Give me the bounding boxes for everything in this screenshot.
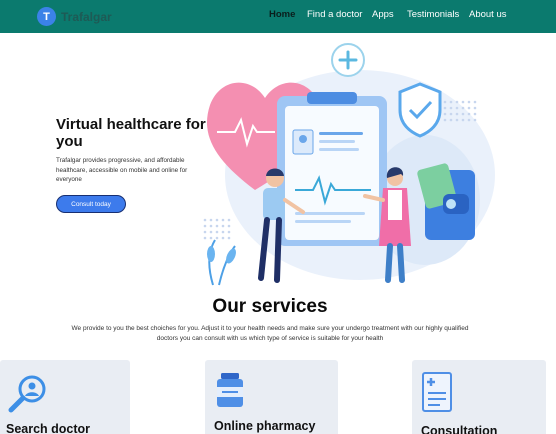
service-card-search-doctor[interactable]: Search doctor bbox=[0, 360, 130, 434]
service-card-label: Search doctor bbox=[6, 422, 91, 434]
services-title: Our services bbox=[212, 296, 328, 317]
nav-about-us[interactable]: About us bbox=[469, 9, 507, 20]
logo-mark: T bbox=[37, 7, 56, 26]
service-card-label: Consultation bbox=[421, 424, 498, 434]
shield-icon bbox=[398, 82, 442, 138]
nav-home[interactable]: Home bbox=[269, 9, 295, 20]
hero-illustration bbox=[203, 43, 495, 286]
nav-testimonials[interactable]: Testimonials bbox=[407, 9, 459, 20]
consultation-icon bbox=[422, 372, 452, 412]
services-description: We provide to you the best choiches for … bbox=[71, 325, 469, 342]
hero-description: Trafalgar provides progressive, and affo… bbox=[56, 157, 188, 183]
hero-title: Virtual healthcare for you bbox=[56, 116, 206, 150]
plant-icon bbox=[208, 239, 236, 286]
navbar: T Trafalgar Home Find a doctor Apps Test… bbox=[0, 0, 556, 33]
nav-apps[interactable]: Apps bbox=[372, 9, 394, 20]
search-doctor-icon bbox=[8, 375, 46, 413]
service-card-online-pharmacy[interactable]: Online pharmacy bbox=[205, 360, 338, 434]
pharmacy-icon bbox=[217, 373, 243, 407]
brand-name: Trafalgar bbox=[61, 9, 112, 24]
service-card-label: Online pharmacy bbox=[214, 419, 316, 433]
brand-logo[interactable]: T Trafalgar bbox=[37, 7, 112, 26]
consult-today-button[interactable]: Consult today bbox=[56, 195, 126, 213]
nav-find-a-doctor[interactable]: Find a doctor bbox=[307, 9, 362, 20]
service-card-consultation[interactable]: Consultation bbox=[412, 360, 546, 434]
